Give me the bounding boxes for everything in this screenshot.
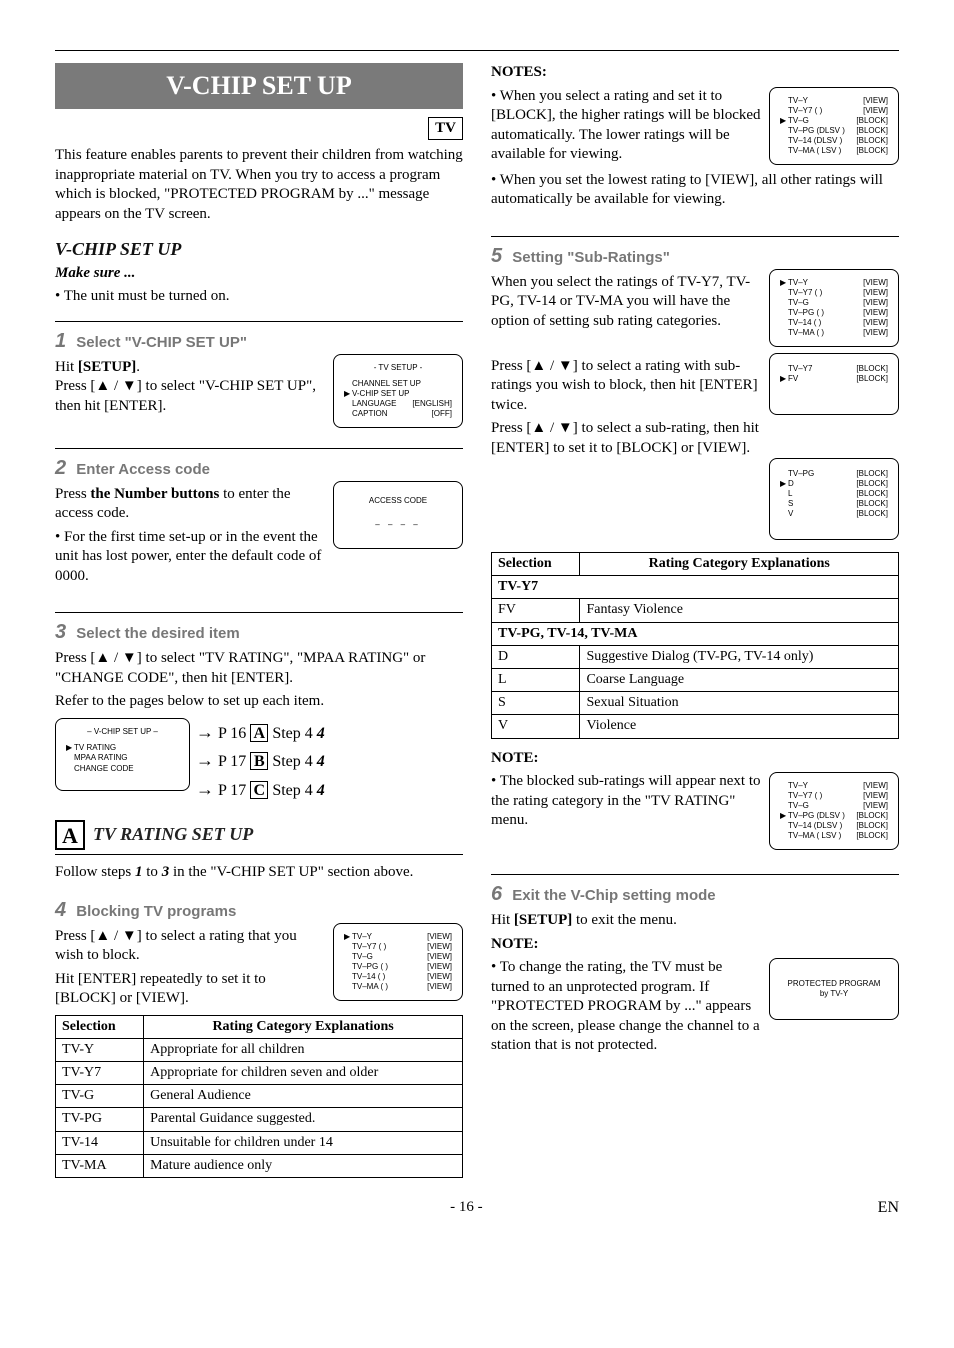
step2-osd: ACCESS CODE – – – – [333,481,463,549]
step6-osd-t1: PROTECTED PROGRAM [776,979,892,989]
step4-header: 4 Blocking TV programs [55,891,463,923]
note-2: When you set the lowest rating to [VIEW]… [491,171,899,210]
t1-h2: Rating Category Explanations [144,1015,463,1038]
step3-title: Select the desired item [76,625,239,642]
right-column: NOTES: TV–Y[VIEW]TV–Y7 ( )[VIEW]▶TV–G[BL… [491,63,899,1178]
step3-header: 3 Select the desired item [55,612,463,645]
step2-osd-code: – – – – [342,520,454,530]
step5-title: Setting "Sub-Ratings" [512,249,670,266]
step6-body: Hit [SETUP] to exit the menu. [491,911,899,931]
vchip-heading: V-CHIP SET UP [55,238,463,261]
step4-num: 4 [55,899,66,921]
step1-osd: - TV SETUP - CHANNEL SET UP▶V-CHIP SET U… [333,354,463,428]
t2-h1: Selection [492,553,580,576]
step6-title: Exit the V-Chip setting mode [512,887,715,904]
page-root: V-CHIP SET UP TV This feature enables pa… [55,50,899,1178]
step4-title: Blocking TV programs [76,903,236,920]
en-label: EN [878,1198,899,1219]
step2-header: 2 Enter Access code [55,448,463,481]
left-column: V-CHIP SET UP TV This feature enables pa… [55,63,463,1178]
step3-osd-title: – V-CHIP SET UP – [66,727,179,737]
step6-osd: PROTECTED PROGRAM by TV-Y [769,958,899,1020]
step5-p3: Press [▲ / ▼] to select a sub-rating, th… [491,419,899,458]
step3-body2: Refer to the pages below to set up each … [55,692,463,712]
t2-g1: TV-Y7 [492,576,899,599]
notes-osd: TV–Y[VIEW]TV–Y7 ( )[VIEW]▶TV–G[BLOCK]TV–… [769,87,899,165]
step4-osd: ▶TV–Y[VIEW]TV–Y7 ( )[VIEW]TV–G[VIEW]TV–P… [333,923,463,1001]
step1-body2: Press [▲ / ▼] to select "V-CHIP SET UP",… [55,378,316,414]
intro-text: This feature enables parents to prevent … [55,146,463,224]
note2-osd: TV–Y[VIEW]TV–Y7 ( )[VIEW]TV–G[VIEW]▶TV–P… [769,772,899,850]
note-heading-2: NOTE: [491,749,899,769]
step2-osd-title: ACCESS CODE [342,496,454,506]
make-sure: Make sure ... [55,264,463,284]
t2-g2: TV-PG, TV-14, TV-MA [492,622,899,645]
rating-table-1: Selection Rating Category Explanations T… [55,1015,463,1178]
step6-osd-t2: by TV-Y [776,989,892,999]
make-sure-item: The unit must be turned on. [55,287,463,307]
t1-h1: Selection [56,1015,144,1038]
step2-num: 2 [55,457,66,479]
step5-osd1: ▶TV–Y[VIEW]TV–Y7 ( )[VIEW]TV–G[VIEW]TV–P… [769,269,899,347]
section-a-row: A TV RATING SET UP [55,820,463,855]
step3-osd: – V-CHIP SET UP – ▶TV RATINGMPAA RATINGC… [55,718,190,792]
step5-header: 5 Setting "Sub-Ratings" [491,236,899,269]
step3-body: Press [▲ / ▼] to select "TV RATING", "MP… [55,649,463,688]
t2-r1e: Fantasy Violence [580,599,899,622]
notes-heading: NOTES: [491,63,899,83]
page-number: - 16 - [55,1198,899,1218]
step1-title: Select "V-CHIP SET UP" [76,334,247,351]
t2-h2: Rating Category Explanations [580,553,899,576]
t2-r1s: FV [492,599,580,622]
step5-osd2: TV–Y7[BLOCK]▶FV[BLOCK] [769,353,899,415]
section-a-heading: TV RATING SET UP [93,823,253,846]
section-letter-a: A [55,820,85,850]
step6-note-h: NOTE: [491,935,899,955]
step5-num: 5 [491,245,502,267]
step1-num: 1 [55,330,66,352]
tv-badge: TV [428,117,463,141]
step1-header: 1 Select "V-CHIP SET UP" [55,321,463,354]
step3-diagram-wrap: – V-CHIP SET UP – ▶TV RATINGMPAA RATINGC… [55,718,463,804]
step1-osd-title: - TV SETUP - [344,363,452,373]
page-title: V-CHIP SET UP [55,63,463,109]
step2-title: Enter Access code [76,461,210,478]
step6-header: 6 Exit the V-Chip setting mode [491,874,899,907]
step3-links: → P 16 A Step 4 4→ P 17 B Step 4 4→ P 17… [196,718,325,804]
make-sure-list: The unit must be turned on. [55,287,463,307]
section-a-intro: Follow steps 1 to 3 in the "V-CHIP SET U… [55,863,463,883]
step6-num: 6 [491,883,502,905]
rating-table-2: Selection Rating Category Explanations T… [491,552,899,739]
step3-num: 3 [55,621,66,643]
step5-osd3: TV–PG[BLOCK]▶D[BLOCK]L[BLOCK]S[BLOCK]V[B… [769,458,899,540]
